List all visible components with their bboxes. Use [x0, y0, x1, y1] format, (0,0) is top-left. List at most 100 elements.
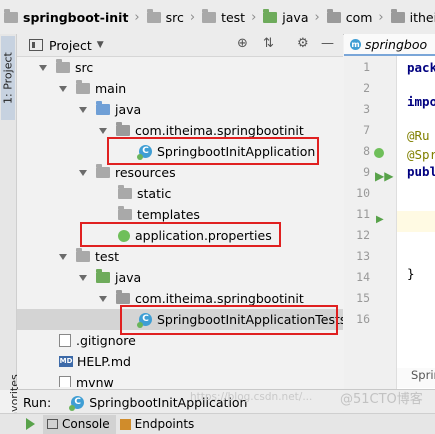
folder-icon: [146, 8, 161, 23]
run-class-gutter-icon[interactable]: ▶▶: [375, 169, 393, 183]
globe-icon[interactable]: ⊕: [237, 36, 248, 51]
file-icon: [59, 376, 71, 387]
run-tool-window-tabs: Console Endpoints: [0, 413, 435, 434]
tree-item-static[interactable]: static: [17, 183, 343, 204]
package-icon: [326, 8, 341, 23]
class-icon: m: [350, 38, 361, 50]
resources-folder-icon: [96, 164, 110, 178]
expand-arrow-icon[interactable]: [79, 274, 87, 281]
line-number: 1: [363, 60, 370, 74]
breadcrumb-item-com[interactable]: com: [323, 0, 372, 34]
run-method-gutter-icon[interactable]: ▶: [376, 214, 384, 225]
code-line: pack: [407, 60, 435, 75]
editor-tab-application[interactable]: m springboo: [344, 34, 435, 56]
expand-arrow-icon[interactable]: [39, 64, 47, 71]
sliders-icon[interactable]: ⇅: [263, 36, 274, 51]
tree-item-application-class[interactable]: C SpringbootInitApplication: [17, 141, 343, 162]
chevron-right-icon: ›: [134, 9, 140, 25]
editor-breadcrumb-footer: Sprin: [397, 368, 435, 388]
tree-item-gitignore[interactable]: .gitignore: [17, 330, 343, 351]
spring-leaf-icon: [118, 229, 130, 242]
tree-item-application-tests-class[interactable]: C SpringbootInitApplicationTests: [17, 309, 343, 330]
endpoints-icon: [119, 418, 131, 430]
folder-icon: [76, 248, 90, 262]
tree-item-help-md[interactable]: MD HELP.md: [17, 351, 343, 372]
code-line: @Ru: [407, 128, 430, 143]
gear-icon[interactable]: ⚙: [297, 36, 309, 51]
breadcrumb-item-java[interactable]: java: [259, 0, 309, 34]
chevron-down-icon[interactable]: ▼: [97, 40, 104, 50]
code-line: }: [407, 266, 415, 281]
folder-icon: [76, 80, 90, 94]
file-icon: [59, 334, 71, 347]
chevron-right-icon: ›: [189, 9, 196, 25]
breadcrumb-item-project[interactable]: springboot-init: [0, 0, 128, 34]
watermark-url: https://blog.csdn.net/...: [190, 391, 313, 403]
line-number: 10: [356, 186, 370, 200]
breadcrumb-item-src[interactable]: src: [143, 0, 184, 34]
editor-gutter: 1 2 3 7 8 9 10 11 12 13 14 15 16 ▶▶ ▶: [344, 56, 397, 390]
expand-arrow-icon[interactable]: [59, 85, 67, 92]
line-number: 11: [356, 207, 370, 221]
spring-bean-gutter-icon[interactable]: [374, 148, 384, 158]
chevron-right-icon: ›: [314, 9, 320, 25]
tree-item-package-test[interactable]: com.itheima.springbootinit: [17, 288, 343, 309]
package-icon: [116, 122, 130, 136]
folder-icon: [118, 206, 132, 220]
markdown-icon: MD: [59, 356, 73, 367]
expand-arrow-icon[interactable]: [59, 253, 67, 260]
line-number: 8: [363, 144, 370, 158]
left-tool-strip: 1: Project 2: Favorites: [0, 34, 21, 424]
minimize-icon[interactable]: —: [321, 36, 334, 51]
line-number: 16: [356, 312, 370, 326]
tree-item-templates[interactable]: templates: [17, 204, 343, 225]
code-line: impo: [407, 94, 435, 109]
console-icon: [47, 419, 58, 429]
tab-console[interactable]: Console: [43, 414, 116, 434]
project-view-icon: [29, 39, 43, 51]
line-number: 7: [363, 123, 370, 137]
project-tree: src main java com.itheima.springbootinit…: [17, 57, 343, 387]
project-panel-header: Project ▼ ⊕ ⇅ ⚙ —: [17, 34, 343, 57]
package-icon: [390, 8, 405, 23]
tree-item-java-main[interactable]: java: [17, 99, 343, 120]
tree-item-main[interactable]: main: [17, 78, 343, 99]
code-line: @Spr: [407, 147, 435, 162]
folder-icon: [56, 59, 70, 73]
test-folder-icon: [263, 8, 278, 23]
spring-class-icon: C: [69, 395, 85, 411]
tree-item-mvnw[interactable]: mvnw: [17, 372, 343, 387]
package-icon: [116, 290, 130, 304]
folder-icon: [118, 185, 132, 199]
tree-item-test[interactable]: test: [17, 246, 343, 267]
line-number: 14: [356, 270, 370, 284]
expand-arrow-icon[interactable]: [79, 169, 87, 176]
tab-project[interactable]: 1: Project: [1, 36, 15, 120]
expand-arrow-icon[interactable]: [79, 106, 87, 113]
folder-icon: [4, 8, 18, 23]
current-line-highlight: [397, 211, 435, 232]
test-folder-icon: [96, 269, 110, 283]
tree-item-package-main[interactable]: com.itheima.springbootinit: [17, 120, 343, 141]
code-editor[interactable]: pack impo @Ru @Spr publ }: [397, 56, 435, 390]
chevron-right-icon: ›: [251, 9, 257, 25]
line-number: 9: [363, 165, 370, 179]
source-folder-icon: [96, 101, 110, 115]
breadcrumb-item-test[interactable]: test: [198, 0, 245, 34]
project-view-selector[interactable]: Project: [49, 38, 92, 53]
breadcrumb: springboot-init › src › test › java › co…: [0, 0, 435, 35]
line-number: 12: [356, 228, 370, 242]
line-number: 13: [356, 249, 370, 263]
line-number: 2: [363, 81, 370, 95]
tree-item-resources[interactable]: resources: [17, 162, 343, 183]
expand-arrow-icon[interactable]: [99, 295, 107, 302]
tree-item-src[interactable]: src: [17, 57, 343, 78]
line-number: 15: [356, 291, 370, 305]
tree-item-java-test[interactable]: java: [17, 267, 343, 288]
test-class-icon: C: [137, 313, 152, 328]
tree-item-application-properties[interactable]: application.properties: [17, 225, 343, 246]
breadcrumb-item-itheima[interactable]: itheima: [387, 0, 435, 34]
expand-arrow-icon[interactable]: [99, 127, 107, 134]
run-icon[interactable]: [26, 418, 35, 430]
tab-endpoints[interactable]: Endpoints: [116, 415, 201, 434]
